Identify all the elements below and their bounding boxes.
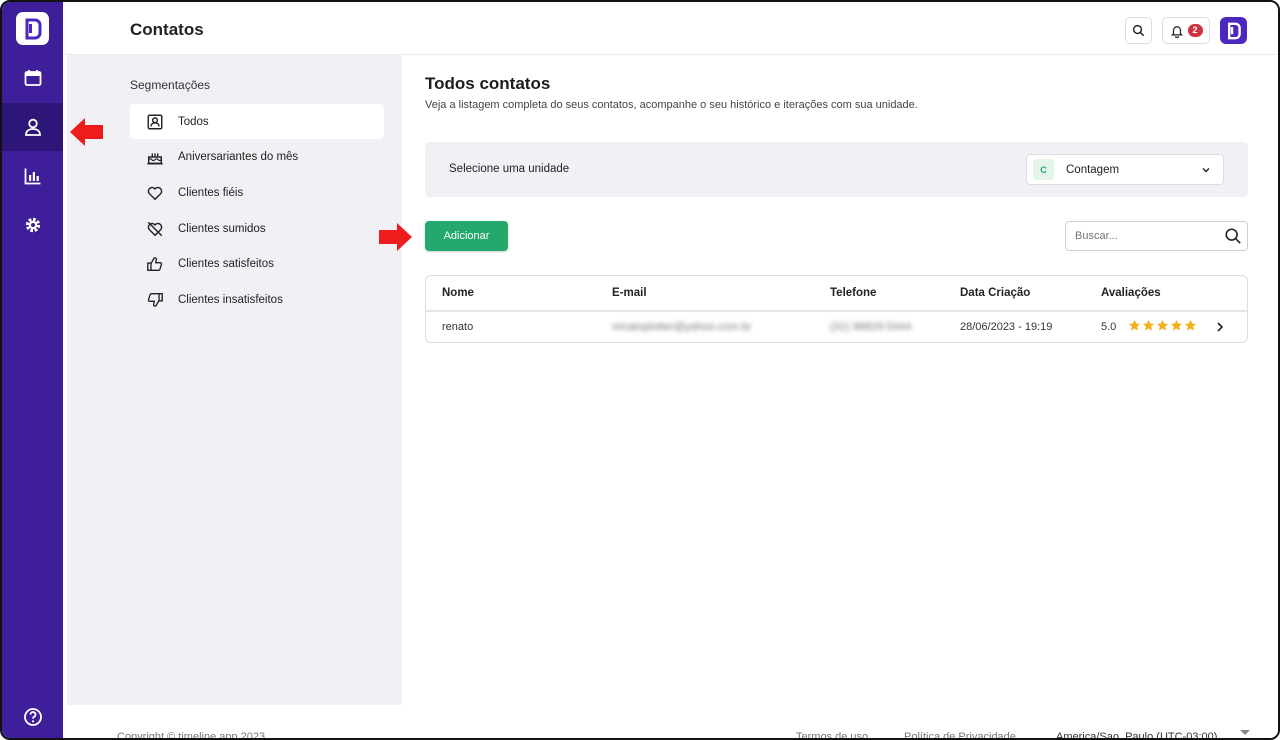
contacts-table: Nome E-mail Telefone Data Criação Avalia… — [425, 275, 1248, 343]
contact-created-date: 28/06/2023 - 19:19 — [960, 321, 1053, 333]
contact-email: renatoplotter@yahoo.com.br — [612, 321, 752, 333]
star-icon — [1156, 319, 1169, 331]
contact-rating-value: 5.0 — [1101, 321, 1117, 333]
rating-stars — [1128, 319, 1197, 332]
copyright-text: Copyright © timeline.app 2023 — [117, 731, 266, 740]
timezone-select[interactable]: America/Sao_Paulo (UTC-03:00) — [1056, 731, 1217, 738]
unit-select[interactable]: C Contagem — [1026, 154, 1224, 185]
nav-contacts[interactable] — [2, 103, 63, 151]
section-title: Todos contatos — [425, 74, 551, 93]
segment-label: Clientes insatisfeitos — [178, 293, 283, 306]
segment-sumidos[interactable]: Clientes sumidos — [130, 211, 384, 246]
notifications-button[interactable]: 2 — [1162, 17, 1210, 44]
segment-label: Aniversariantes do mês — [178, 150, 299, 163]
bell-icon — [1170, 25, 1183, 38]
segment-label: Clientes fiéis — [178, 186, 244, 199]
app-window: Contatos 2 Segmentações Todos Aniversari… — [0, 0, 1280, 740]
chevron-down-icon — [1202, 167, 1210, 172]
unit-selected-value: Contagem — [1066, 163, 1120, 176]
column-header-nome[interactable]: Nome — [442, 287, 474, 299]
privacy-link[interactable]: Política de Privacidade — [904, 731, 1016, 738]
calendar-icon — [24, 70, 41, 86]
column-header-avaliacoes[interactable]: Avaliações — [1101, 287, 1161, 299]
cake-icon — [147, 152, 163, 164]
nav-settings[interactable] — [2, 201, 63, 249]
logo-icon — [25, 18, 41, 39]
segment-label: Clientes satisfeitos — [178, 257, 274, 270]
contact-phone: (31) 98829-5444 — [830, 321, 912, 333]
chevron-down-icon[interactable] — [1239, 729, 1251, 737]
search-icon[interactable] — [1224, 227, 1242, 245]
segment-todos[interactable]: Todos — [130, 104, 384, 139]
app-logo[interactable] — [16, 12, 49, 45]
unit-selector-panel: Selecione uma unidade C Contagem — [425, 142, 1248, 197]
nav-help[interactable] — [2, 693, 63, 738]
top-header: Contatos 2 — [63, 2, 1278, 55]
segment-satisfeitos[interactable]: Clientes satisfeitos — [130, 246, 384, 281]
terms-link[interactable]: Termos de uso — [796, 731, 868, 738]
table-row[interactable]: renato renatoplotter@yahoo.com.br (31) 9… — [426, 313, 1247, 342]
annotation-arrow-right — [379, 223, 412, 251]
search-icon — [1132, 24, 1145, 37]
star-icon — [1184, 319, 1197, 331]
search-box[interactable] — [1065, 221, 1248, 251]
column-header-email[interactable]: E-mail — [612, 287, 647, 299]
unit-initial-badge: C — [1033, 159, 1054, 180]
annotation-arrow-left — [70, 118, 103, 146]
heart-icon — [147, 186, 163, 200]
gear-icon — [25, 217, 40, 233]
search-input[interactable] — [1066, 230, 1224, 242]
page-title: Contatos — [130, 20, 204, 39]
segment-fieis[interactable]: Clientes fiéis — [130, 175, 384, 210]
star-icon — [1128, 319, 1141, 331]
user-icon — [24, 118, 41, 136]
segment-label: Clientes sumidos — [178, 222, 266, 235]
contact-card-icon — [147, 114, 163, 129]
segments-sidebar: Segmentações Todos Aniversariantes do mê… — [67, 55, 402, 705]
nav-rail — [2, 2, 63, 738]
segment-insatisfeitos[interactable]: Clientes insatisfeitos — [130, 282, 384, 317]
logo-icon — [1227, 22, 1241, 39]
contact-name: renato — [442, 321, 474, 333]
nav-calendar[interactable] — [2, 54, 63, 102]
unit-label: Selecione uma unidade — [449, 163, 570, 175]
segment-aniversariantes[interactable]: Aniversariantes do mês — [130, 139, 384, 174]
bar-chart-icon — [24, 168, 40, 185]
broken-heart-icon — [147, 221, 163, 236]
page-footer: Copyright © timeline.app 2023 Termos de … — [63, 705, 1278, 740]
add-contact-button[interactable]: Adicionar — [425, 221, 508, 251]
thumbs-up-icon — [147, 256, 163, 271]
star-icon — [1142, 319, 1155, 331]
column-header-telefone[interactable]: Telefone — [830, 287, 876, 299]
chevron-right-icon[interactable] — [1213, 320, 1227, 334]
section-subtitle: Veja a listagem completa do seus contato… — [425, 99, 918, 111]
star-icon — [1170, 319, 1183, 331]
nav-reports[interactable] — [2, 152, 63, 200]
search-button[interactable] — [1125, 17, 1152, 44]
segments-heading: Segmentações — [130, 78, 211, 92]
thumbs-down-icon — [147, 292, 163, 307]
help-icon — [23, 708, 42, 726]
table-header: Nome E-mail Telefone Data Criação Avalia… — [426, 276, 1247, 312]
profile-avatar[interactable] — [1220, 17, 1247, 44]
notification-badge: 2 — [1187, 24, 1203, 37]
column-header-data-criacao[interactable]: Data Criação — [960, 287, 1030, 299]
segment-label: Todos — [178, 115, 209, 128]
